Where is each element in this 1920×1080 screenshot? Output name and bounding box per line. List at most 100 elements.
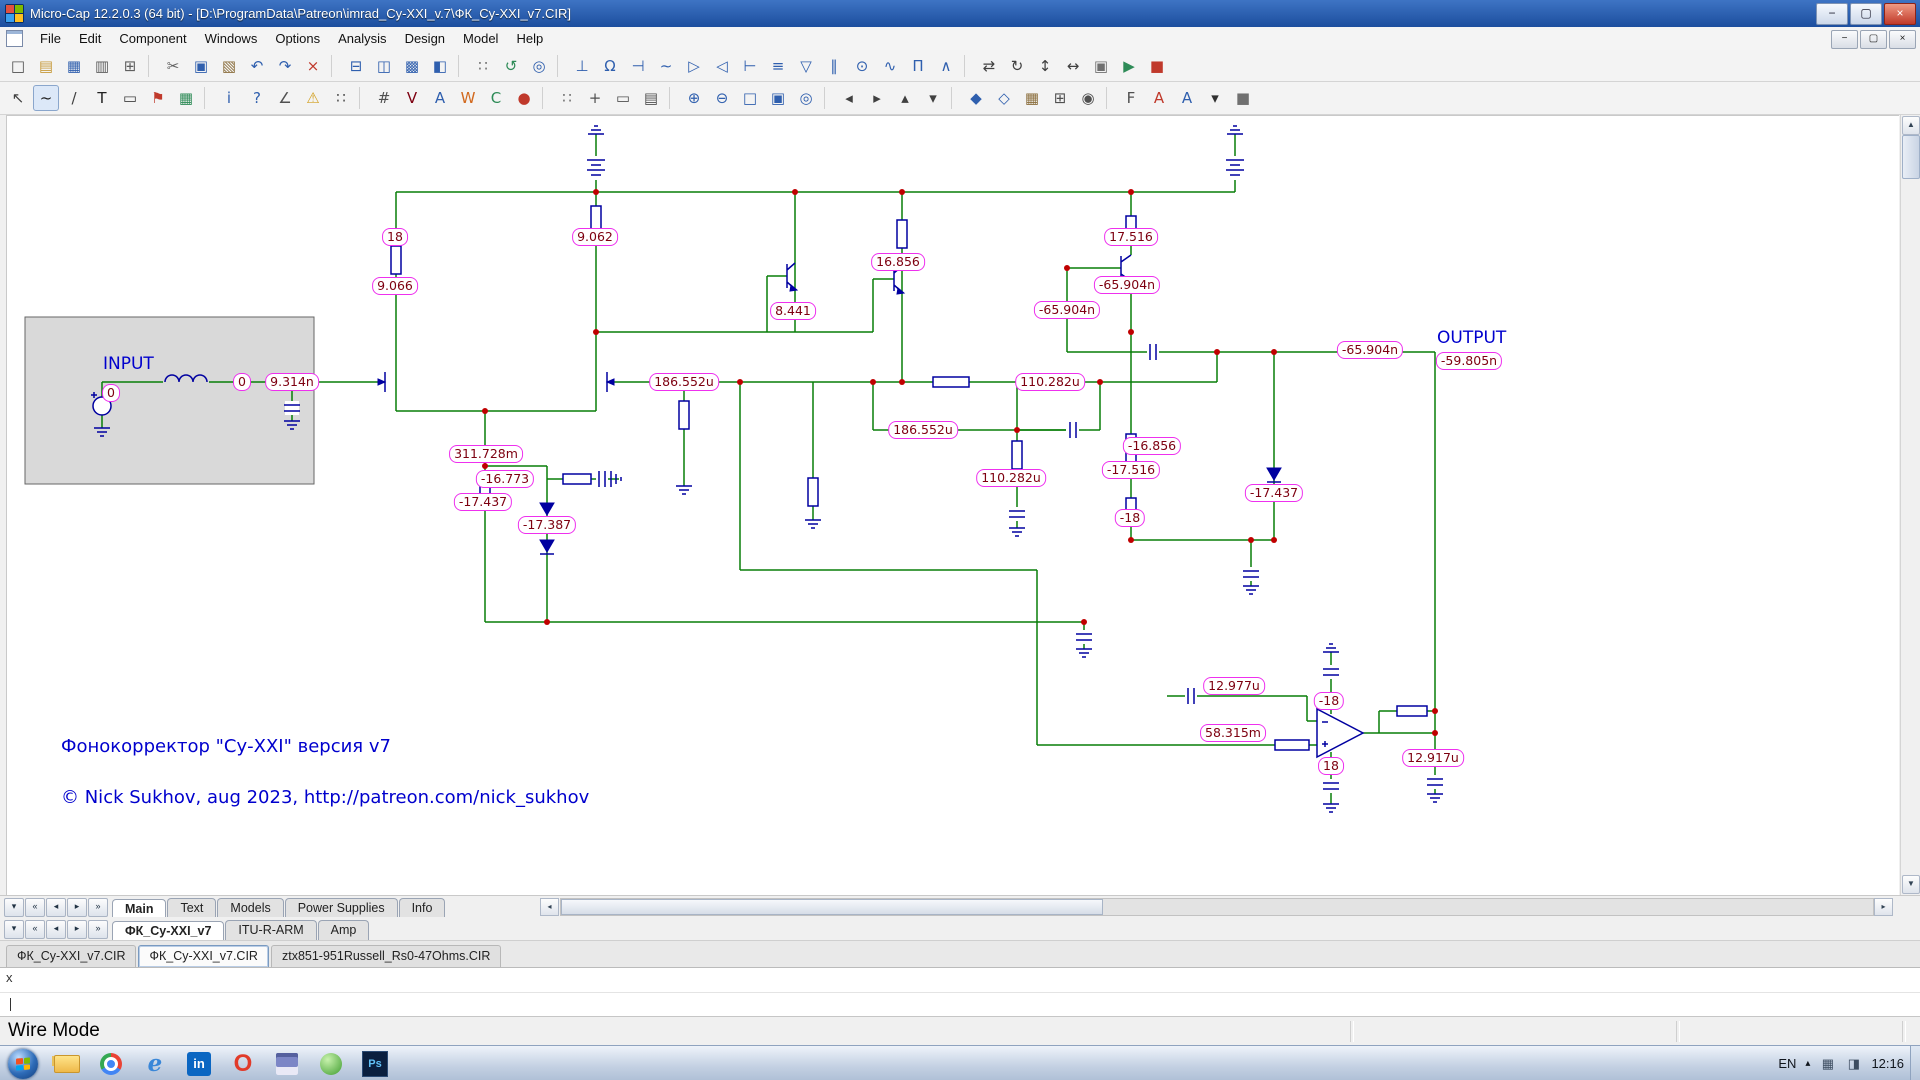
text-color-a-icon[interactable]: A (1146, 85, 1172, 111)
battery-component-icon[interactable]: ∥ (821, 53, 847, 79)
pulse-source-icon[interactable]: Π (905, 53, 931, 79)
hscroll-right-button[interactable]: ▸ (1874, 898, 1893, 916)
schematic-canvas[interactable]: 189.0669.0628.44116.85617.516-65.904n-65… (6, 115, 1899, 896)
title-block-icon[interactable]: ▤ (638, 85, 664, 111)
run-analysis-icon[interactable]: ▶ (1116, 53, 1142, 79)
grid-icon[interactable]: ∷ (470, 53, 496, 79)
mosfet-component-icon[interactable]: ≡ (765, 53, 791, 79)
zener-component-icon[interactable]: ◁ (709, 53, 735, 79)
calculator-icon[interactable]: ⊞ (1047, 85, 1073, 111)
page-tab-amp[interactable]: Amp (318, 920, 370, 940)
explorer-folder-icon[interactable] (48, 1049, 86, 1079)
refresh-icon[interactable]: ↺ (498, 53, 524, 79)
tile-vertical-icon[interactable]: ◫ (371, 53, 397, 79)
network-icon[interactable]: ▦ (1819, 1056, 1836, 1071)
scroll-down-button[interactable]: ▼ (1902, 875, 1920, 894)
border-toggle-icon[interactable]: ▭ (610, 85, 636, 111)
menu-design[interactable]: Design (396, 29, 454, 48)
minimize-button[interactable]: − (1816, 3, 1848, 25)
cut-icon[interactable]: ✂ (160, 53, 186, 79)
save-icon[interactable]: ▦ (61, 53, 87, 79)
page-tab-main[interactable]: Main (112, 899, 166, 919)
zoom-fit-icon[interactable]: ▣ (765, 85, 791, 111)
page-tab-models[interactable]: Models (217, 898, 283, 918)
page-tab-info[interactable]: Info (399, 898, 446, 918)
chrome-icon[interactable] (92, 1049, 130, 1079)
tray-expand-icon[interactable]: ▴ (1805, 1058, 1810, 1069)
point-to-point-icon[interactable]: ∠ (272, 85, 298, 111)
components[interactable] (391, 156, 1427, 750)
source-component-icon[interactable]: ⊙ (849, 53, 875, 79)
scroll-down-icon[interactable]: ▾ (920, 85, 946, 111)
menu-options[interactable]: Options (266, 29, 329, 48)
tab-nav-button-1[interactable]: « (25, 898, 45, 917)
tile-horizontal-icon[interactable]: ⊟ (343, 53, 369, 79)
graphics-mode-icon[interactable]: ▭ (117, 85, 143, 111)
mdi-restore-button[interactable]: ▢ (1860, 30, 1887, 49)
split-window-icon[interactable]: ◧ (427, 53, 453, 79)
horizontal-scrollbar[interactable] (560, 898, 1874, 916)
diodes-and-arrows[interactable] (378, 277, 1281, 554)
region-enable-icon[interactable]: ⚠ (300, 85, 326, 111)
linkedin-icon[interactable]: in (180, 1049, 218, 1079)
tab-nav-button-4[interactable]: » (88, 920, 108, 939)
tab-nav-button-3[interactable]: ▸ (67, 920, 87, 939)
dropdown-icon[interactable]: ▾ (1202, 85, 1228, 111)
tab-nav-button-2[interactable]: ◂ (46, 920, 66, 939)
step-box-icon[interactable]: ▣ (1088, 53, 1114, 79)
prev-page-icon[interactable]: ◂ (836, 85, 862, 111)
opera-icon[interactable]: O (224, 1049, 262, 1079)
menu-analysis[interactable]: Analysis (329, 29, 395, 48)
cross-cursor-icon[interactable]: + (582, 85, 608, 111)
undo-icon[interactable]: ↶ (244, 53, 270, 79)
photoshop-icon[interactable]: Ps (356, 1049, 394, 1079)
redo-icon[interactable]: ↷ (272, 53, 298, 79)
hscroll-left-button[interactable]: ◂ (540, 898, 559, 916)
input-source-box[interactable] (25, 317, 314, 484)
switch-component-icon[interactable]: ∧ (933, 53, 959, 79)
menu-component[interactable]: Component (110, 29, 195, 48)
digital-path-icon[interactable]: ∷ (328, 85, 354, 111)
vertical-scroll-thumb[interactable] (1902, 135, 1920, 179)
print-icon[interactable]: ▥ (89, 53, 115, 79)
start-button[interactable] (8, 1049, 38, 1079)
package-editor-icon[interactable]: ▦ (1019, 85, 1045, 111)
font-icon[interactable]: F (1118, 85, 1144, 111)
model-editor-icon[interactable]: ◆ (963, 85, 989, 111)
find-icon[interactable]: ◎ (526, 53, 552, 79)
flag-mode-icon[interactable]: ⚑ (145, 85, 171, 111)
powers-icon[interactable]: W (455, 85, 481, 111)
next-page-icon[interactable]: ▸ (864, 85, 890, 111)
currents-icon[interactable]: A (427, 85, 453, 111)
page-tab-фк_cy-xxi_v7[interactable]: ФК_Cy-XXI_v7 (112, 921, 224, 941)
wire-mode-icon[interactable]: ~ (33, 85, 59, 111)
page-tab-itu-r-arm[interactable]: ITU-R-ARM (225, 920, 316, 940)
sine-source-icon[interactable]: ∿ (877, 53, 903, 79)
file-tab[interactable]: ztx851-951Russell_Rs0-47Ohms.CIR (271, 945, 501, 967)
mirror-icon[interactable]: ⇄ (976, 53, 1002, 79)
file-tab[interactable]: ФК_Cy-XXI_v7.CIR (138, 945, 268, 967)
flip-vertical-icon[interactable]: ↕ (1032, 53, 1058, 79)
show-desktop-button[interactable] (1910, 1046, 1920, 1080)
conditions-icon[interactable]: C (483, 85, 509, 111)
menu-file[interactable]: File (31, 29, 70, 48)
title-bar[interactable]: Micro-Cap 12.2.0.3 (64 bit) - [D:\Progra… (0, 0, 1920, 27)
help-mode-icon[interactable]: ? (244, 85, 270, 111)
diode-component-icon[interactable]: ▷ (681, 53, 707, 79)
resistor-component-icon[interactable]: Ω (597, 53, 623, 79)
menu-model[interactable]: Model (454, 29, 507, 48)
clock[interactable]: 12:16 (1871, 1056, 1904, 1071)
mdi-close-button[interactable]: × (1889, 30, 1916, 49)
fill-color-a-icon[interactable]: A (1174, 85, 1200, 111)
tab-nav-button-1[interactable]: « (25, 920, 45, 939)
menu-windows[interactable]: Windows (196, 29, 267, 48)
info-mode-icon[interactable]: i (216, 85, 242, 111)
copy-icon[interactable]: ▣ (188, 53, 214, 79)
zoom-in-icon[interactable]: ⊕ (681, 85, 707, 111)
lock-icon[interactable]: ■ (1230, 85, 1256, 111)
paste-icon[interactable]: ▧ (216, 53, 242, 79)
language-indicator[interactable]: EN (1778, 1056, 1796, 1071)
tab-nav-button-0[interactable]: ▾ (4, 898, 24, 917)
text-mode-icon[interactable]: T (89, 85, 115, 111)
watch-icon[interactable]: ◉ (1075, 85, 1101, 111)
